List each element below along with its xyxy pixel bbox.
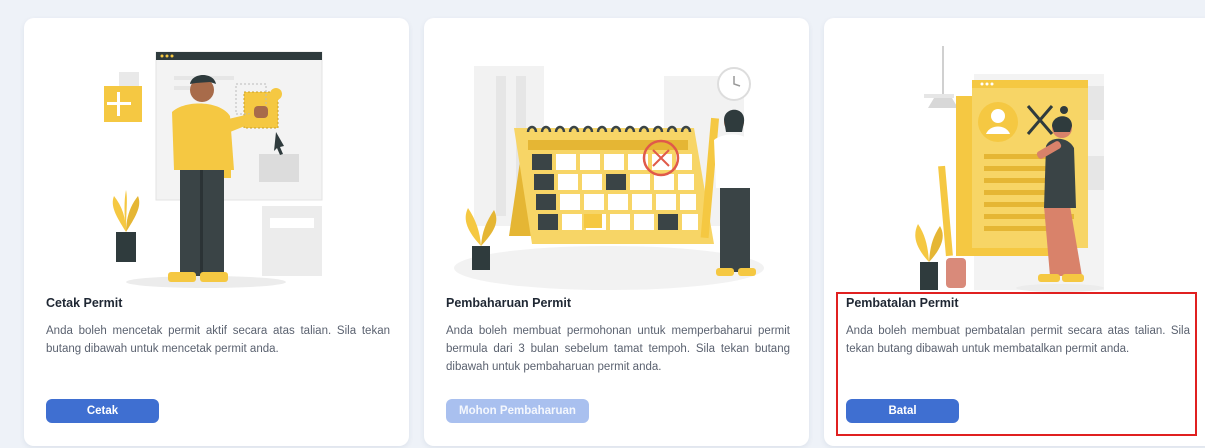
card-title: Pembatalan Permit [846, 296, 959, 310]
card-pembaharuan-permit: Pembaharuan Permit Anda boleh membuat pe… [424, 18, 809, 446]
card-description: Anda boleh mencetak permit aktif secara … [46, 325, 390, 355]
card-title: Pembaharuan Permit [446, 296, 572, 310]
batal-button[interactable]: Batal [846, 399, 959, 423]
card-title: Cetak Permit [46, 296, 123, 310]
card-pembatalan-permit: Pembatalan Permit Anda boleh membuat pem… [824, 18, 1205, 446]
calendar-renewal-illustration [424, 36, 809, 301]
card-cetak-permit: Cetak Permit Anda boleh mencetak permit … [24, 18, 409, 446]
cancel-document-illustration [824, 36, 1205, 301]
mohon-pembaharuan-button[interactable]: Mohon Pembaharuan [446, 399, 589, 423]
cetak-button[interactable]: Cetak [46, 399, 159, 423]
person-printing-document-illustration [24, 36, 409, 301]
card-description: Anda boleh membuat pembatalan permit sec… [846, 325, 1190, 355]
permit-cards: Cetak Permit Anda boleh mencetak permit … [0, 0, 1205, 448]
card-description: Anda boleh membuat permohonan untuk memp… [446, 325, 790, 373]
